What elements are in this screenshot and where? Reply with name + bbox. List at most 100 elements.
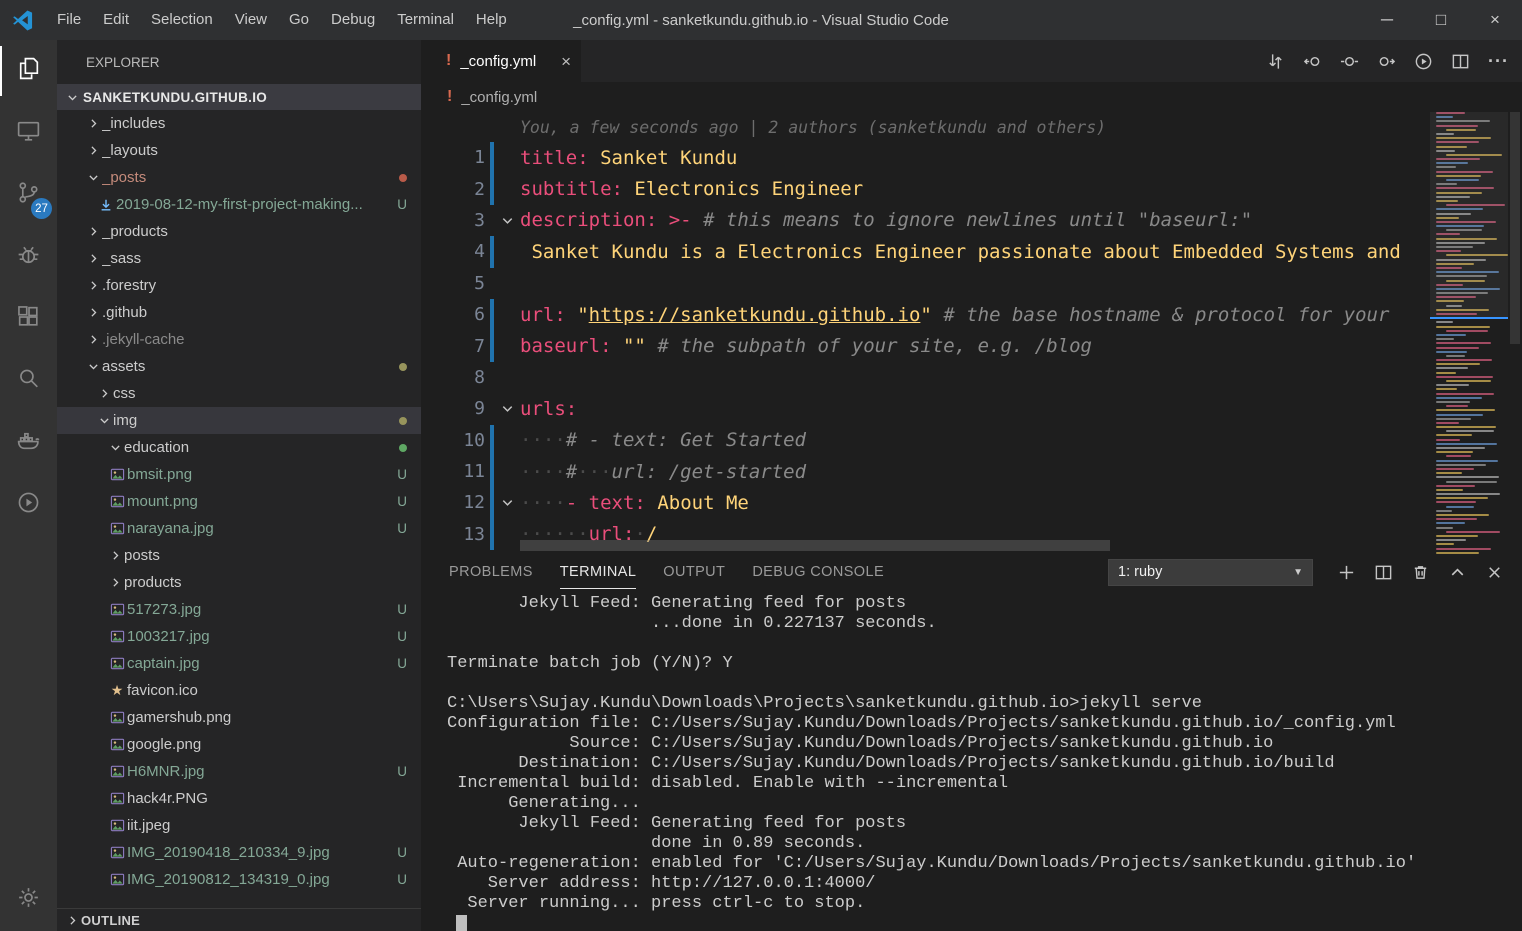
tree-item[interactable]: mount.pngU (57, 488, 421, 515)
activity-item-search[interactable] (0, 350, 57, 412)
maximize-button[interactable]: □ (1414, 0, 1468, 40)
vertical-scrollbar[interactable] (1508, 112, 1522, 555)
panel-tab-output[interactable]: OUTPUT (663, 555, 725, 589)
tree-item[interactable]: .github (57, 299, 421, 326)
tree-item[interactable]: bmsit.pngU (57, 461, 421, 488)
tree-item[interactable]: ★favicon.ico (57, 677, 421, 704)
menu-item-go[interactable]: Go (278, 0, 320, 40)
tree-item[interactable]: 1003217.jpgU (57, 623, 421, 650)
activity-item-settings[interactable] (0, 869, 57, 931)
code-line[interactable]: 11····#···url: /get-started (421, 456, 1522, 487)
tree-item[interactable]: 2019-08-12-my-first-project-making...U (57, 191, 421, 218)
chevron-right-icon[interactable] (107, 576, 124, 589)
activity-item-docker[interactable] (0, 412, 57, 474)
activity-item-debug[interactable] (0, 226, 57, 288)
vertical-scrollbar-thumb[interactable] (1510, 112, 1520, 344)
gitlens-circle-icon[interactable] (1340, 52, 1359, 71)
split-editor-icon[interactable] (1451, 52, 1470, 71)
tree-item[interactable]: IMG_20190418_210334_9.jpgU (57, 839, 421, 866)
tree-item[interactable]: narayana.jpgU (57, 515, 421, 542)
tab-config-yml[interactable]: ! _config.yml × (421, 40, 581, 82)
panel-tab-debug-console[interactable]: DEBUG CONSOLE (752, 555, 884, 589)
menu-item-debug[interactable]: Debug (320, 0, 386, 40)
activity-item-extensions[interactable] (0, 288, 57, 350)
fold-icon[interactable] (494, 213, 520, 228)
tree-item[interactable]: _layouts (57, 137, 421, 164)
tree-item[interactable]: .jekyll-cache (57, 326, 421, 353)
tree-item[interactable]: _includes (57, 110, 421, 137)
code-line[interactable]: 3description: >- # this means to ignore … (421, 205, 1522, 236)
tree-item[interactable]: css (57, 380, 421, 407)
code-line[interactable]: 7baseurl: "" # the subpath of your site,… (421, 330, 1522, 361)
chevron-down-icon[interactable] (85, 360, 102, 373)
tree-item[interactable]: _sass (57, 245, 421, 272)
chevron-right-icon[interactable] (85, 279, 102, 292)
chevron-right-icon[interactable] (85, 306, 102, 319)
code-line[interactable]: 1title: Sanket Kundu (421, 142, 1522, 173)
code-line[interactable]: 9urls: (421, 393, 1522, 424)
chevron-right-icon[interactable] (85, 225, 102, 238)
outline-section-header[interactable]: OUTLINE (57, 908, 421, 931)
menu-item-file[interactable]: File (46, 0, 92, 40)
tree-item[interactable]: H6MNR.jpgU (57, 758, 421, 785)
chevron-down-icon[interactable] (85, 171, 102, 184)
add-terminal-icon[interactable] (1337, 563, 1356, 582)
chevron-down-icon[interactable] (64, 91, 81, 104)
activity-item-remote[interactable] (0, 102, 57, 164)
terminal-dropdown[interactable]: 1: ruby ▼ (1108, 559, 1313, 586)
tree-item[interactable]: hack4r.PNG (57, 785, 421, 812)
activity-item-run[interactable] (0, 474, 57, 536)
run-code-icon[interactable] (1414, 52, 1433, 71)
chevron-down-icon[interactable] (96, 414, 113, 427)
tree-item[interactable]: gamershub.png (57, 704, 421, 731)
close-panel-icon[interactable] (1485, 563, 1504, 582)
menu-item-terminal[interactable]: Terminal (386, 0, 465, 40)
minimap[interactable] (1430, 112, 1508, 555)
terminal[interactable]: Jekyll Feed: Generating feed for posts .… (421, 589, 1522, 931)
chevron-right-icon[interactable] (85, 333, 102, 346)
tree-item[interactable]: _posts (57, 164, 421, 191)
panel-tab-terminal[interactable]: TERMINAL (560, 555, 637, 589)
compare-changes-icon[interactable] (1266, 52, 1285, 71)
tree-item[interactable]: _products (57, 218, 421, 245)
menu-item-selection[interactable]: Selection (140, 0, 224, 40)
split-terminal-icon[interactable] (1374, 563, 1393, 582)
previous-change-icon[interactable] (1303, 52, 1322, 71)
minimize-button[interactable]: ─ (1360, 0, 1414, 40)
code-line[interactable]: 10····# - text: Get Started (421, 425, 1522, 456)
menu-item-edit[interactable]: Edit (92, 0, 140, 40)
code-line[interactable]: 5 (421, 268, 1522, 299)
tree-item[interactable]: iit.jpeg (57, 812, 421, 839)
menu-item-view[interactable]: View (224, 0, 278, 40)
breadcrumb[interactable]: ! _config.yml (421, 82, 1522, 112)
fold-icon[interactable] (494, 495, 520, 510)
fold-icon[interactable] (494, 401, 520, 416)
more-actions-icon[interactable]: ··· (1488, 51, 1509, 72)
chevron-down-icon[interactable] (107, 441, 124, 454)
chevron-right-icon[interactable] (85, 117, 102, 130)
tree-item[interactable]: assets (57, 353, 421, 380)
tab-close-icon[interactable]: × (561, 53, 571, 70)
tree-item[interactable]: IMG_20190812_134319_0.jpgU (57, 866, 421, 893)
code-line[interactable]: 2subtitle: Electronics Engineer (421, 173, 1522, 204)
activity-item-source-control[interactable]: 27 (0, 164, 57, 226)
tree-item[interactable]: img (57, 407, 421, 434)
tree-item[interactable]: products (57, 569, 421, 596)
chevron-right-icon[interactable] (85, 252, 102, 265)
menu-item-help[interactable]: Help (465, 0, 518, 40)
code-line[interactable]: 6url: "https://sanketkundu.github.io" # … (421, 299, 1522, 330)
horizontal-scrollbar[interactable] (520, 540, 1110, 551)
tree-item[interactable]: 517273.jpgU (57, 596, 421, 623)
next-change-icon[interactable] (1377, 52, 1396, 71)
tree-item[interactable]: google.png (57, 731, 421, 758)
chevron-right-icon[interactable] (107, 549, 124, 562)
blame-annotation[interactable]: You, a few seconds ago | 2 authors (sank… (421, 112, 1522, 142)
code-line[interactable]: 4 Sanket Kundu is a Electronics Engineer… (421, 236, 1522, 267)
tree-root-folder[interactable]: SANKETKUNDU.GITHUB.IO (57, 84, 421, 110)
code-line[interactable]: 8 (421, 362, 1522, 393)
code-editor[interactable]: You, a few seconds ago | 2 authors (sank… (421, 112, 1522, 555)
code-line[interactable]: 12····- text: About Me (421, 487, 1522, 518)
tree-item[interactable]: captain.jpgU (57, 650, 421, 677)
tree-item[interactable]: .forestry (57, 272, 421, 299)
activity-item-explorer[interactable] (0, 40, 57, 102)
